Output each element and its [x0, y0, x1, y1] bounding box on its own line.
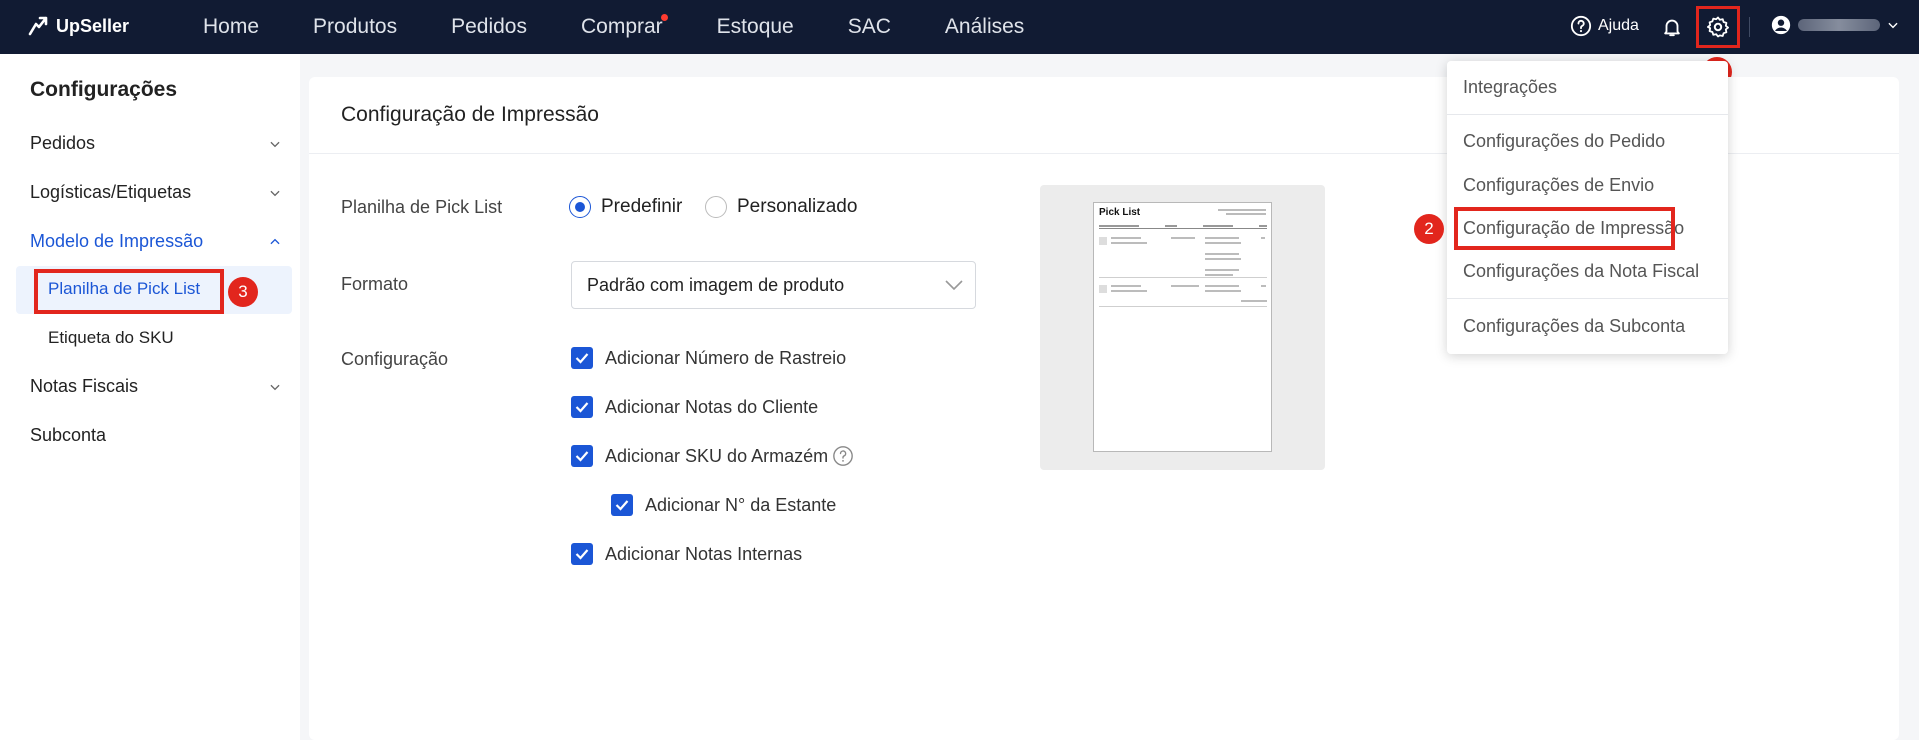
format-select-value: Padrão com imagem de produto	[587, 275, 845, 295]
radio-label: Predefinir	[601, 196, 683, 217]
sidebar-item-subconta[interactable]: Subconta	[30, 425, 282, 446]
check-icon	[575, 549, 589, 560]
sidebar-item-pedidos[interactable]: Pedidos	[30, 133, 282, 154]
checkbox-notas-cliente[interactable]: Adicionar Notas do Cliente	[571, 396, 818, 418]
dropdown-item-integracoes[interactable]: Integrações	[1463, 77, 1557, 98]
pick-list-preview: Pick List	[1040, 185, 1325, 470]
user-menu[interactable]	[1770, 14, 1900, 36]
annotation-highlight-config-impressao	[1454, 207, 1675, 250]
username-redacted	[1798, 19, 1880, 31]
check-icon	[575, 353, 589, 364]
sidebar-item-label: Notas Fiscais	[30, 376, 139, 396]
user-avatar-icon	[1771, 15, 1791, 35]
brand-logo[interactable]: UpSeller	[26, 14, 129, 38]
radio-personalizado[interactable]: Personalizado	[705, 196, 857, 218]
checkbox-label: Adicionar Número de Rastreio	[605, 347, 847, 368]
upseller-logo-icon	[28, 16, 48, 36]
checkbox-checked	[571, 396, 593, 418]
preview-table-row	[1099, 281, 1267, 307]
checkbox-label: Adicionar Notas Internas	[605, 543, 803, 564]
help-label: Ajuda	[1598, 17, 1639, 34]
gear-icon	[1707, 16, 1729, 38]
checkbox-notas-internas[interactable]: Adicionar Notas Internas	[571, 543, 802, 565]
check-icon	[615, 500, 629, 511]
settings-button[interactable]	[1696, 6, 1740, 48]
sidebar-item-label: Modelo de Impressão	[30, 231, 204, 251]
check-icon	[575, 402, 589, 413]
checkbox-checked	[571, 347, 593, 369]
checkbox-checked	[571, 445, 593, 467]
dropdown-item-config-pedido[interactable]: Configurações do Pedido	[1463, 131, 1665, 152]
brand-name: UpSeller	[56, 15, 130, 36]
nav-sac[interactable]: SAC	[821, 0, 918, 54]
top-navbar: UpSeller Home Produtos Pedidos Comprar E…	[0, 0, 1919, 87]
config-label: Configuração	[341, 349, 449, 369]
checkbox-sku-armazem[interactable]: Adicionar SKU do Armazém	[571, 445, 854, 467]
sidebar-item-modelo-impressao[interactable]: Modelo de Impressão	[30, 231, 282, 252]
preview-meta-lines	[1218, 207, 1266, 215]
sidebar-subitem-etiqueta-sku[interactable]: Etiqueta do SKU	[16, 314, 292, 362]
sidebar-item-label: Subconta	[30, 425, 107, 445]
question-icon[interactable]	[832, 445, 854, 467]
preview-table-header	[1099, 223, 1267, 229]
settings-sidebar: Configurações Pedidos Logísticas/Etiquet…	[0, 54, 300, 740]
radio-label: Personalizado	[737, 196, 858, 217]
nav-produtos[interactable]: Produtos	[286, 0, 424, 54]
nav-estoque[interactable]: Estoque	[690, 0, 821, 54]
page-title: Configuração de Impressão	[341, 103, 599, 126]
nav-pedidos[interactable]: Pedidos	[424, 0, 554, 54]
chevron-up-icon	[270, 238, 280, 244]
sidebar-item-label: Logísticas/Etiquetas	[30, 182, 192, 202]
pick-list-label: Planilha de Pick List	[341, 197, 503, 217]
sidebar-item-label: Pedidos	[30, 133, 96, 153]
chevron-down-icon	[270, 190, 280, 196]
header-divider	[1749, 17, 1750, 37]
checkbox-label: Adicionar Notas do Cliente	[605, 396, 819, 417]
sidebar-title: Configurações	[30, 78, 178, 101]
nav-home[interactable]: Home	[176, 0, 286, 54]
checkbox-numero-rastreio[interactable]: Adicionar Número de Rastreio	[571, 347, 846, 369]
help-link[interactable]: Ajuda	[1570, 15, 1639, 37]
checkbox-checked	[611, 494, 633, 516]
nav-analises[interactable]: Análises	[918, 0, 1051, 54]
check-icon	[575, 451, 589, 462]
preview-paper: Pick List	[1093, 202, 1272, 452]
nav-comprar[interactable]: Comprar	[554, 0, 690, 54]
chevron-down-icon	[270, 141, 280, 147]
nav-comprar-label: Comprar	[580, 15, 663, 38]
chevron-down-icon	[270, 384, 280, 390]
annotation-highlight-pick-list	[34, 269, 224, 314]
radio-selected-indicator	[569, 196, 591, 218]
main-nav: Home Produtos Pedidos Comprar Estoque SA…	[176, 0, 1051, 54]
dropdown-divider	[1447, 298, 1728, 299]
checkbox-checked	[571, 543, 593, 565]
sidebar-item-logisticas[interactable]: Logísticas/Etiquetas	[30, 182, 282, 203]
checkbox-label: Adicionar SKU do Armazém	[605, 445, 829, 466]
annotation-step-3: 3	[228, 277, 258, 307]
preview-table-row	[1099, 233, 1267, 278]
format-label: Formato	[341, 274, 409, 294]
bell-icon[interactable]	[1661, 15, 1683, 39]
sidebar-subitem-label: Etiqueta do SKU	[48, 328, 174, 347]
chevron-down-icon	[945, 280, 963, 291]
format-select[interactable]: Padrão com imagem de produto	[571, 261, 976, 309]
radio-predefinir[interactable]: Predefinir	[569, 196, 682, 218]
dropdown-item-config-envio[interactable]: Configurações de Envio	[1463, 175, 1654, 196]
notification-dot	[660, 14, 668, 21]
annotation-step-2: 2	[1414, 214, 1444, 244]
help-icon	[1570, 15, 1592, 37]
checkbox-numero-estante[interactable]: Adicionar N° da Estante	[611, 494, 836, 516]
dropdown-item-config-subconta[interactable]: Configurações da Subconta	[1463, 316, 1685, 337]
preview-title: Pick List	[1099, 207, 1141, 218]
radio-unselected-indicator	[705, 196, 727, 218]
sidebar-item-notas-fiscais[interactable]: Notas Fiscais	[30, 376, 282, 397]
dropdown-item-config-nota-fiscal[interactable]: Configurações da Nota Fiscal	[1463, 261, 1699, 282]
dropdown-divider	[1447, 114, 1728, 115]
checkbox-label: Adicionar N° da Estante	[645, 494, 837, 515]
chevron-down-icon	[1888, 22, 1898, 29]
